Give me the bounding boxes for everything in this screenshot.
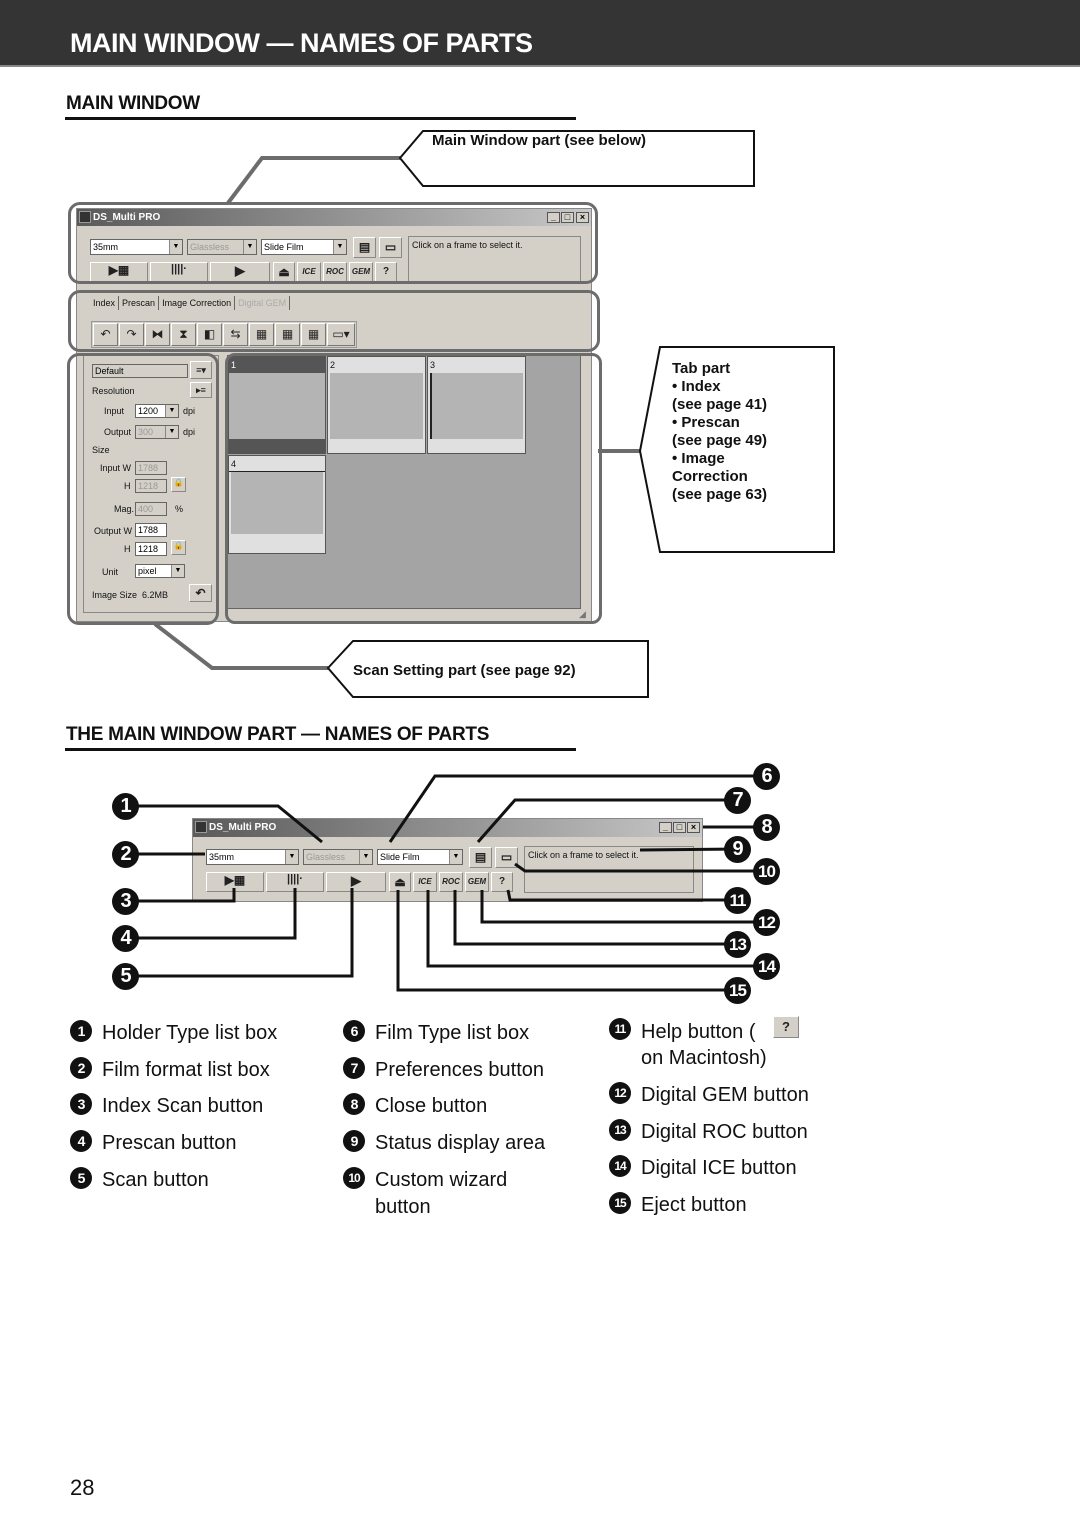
part-number-badge: 13 <box>724 931 751 958</box>
legend-label-continued: button <box>375 1196 431 1218</box>
legend-badge: 10 <box>343 1167 365 1189</box>
mac-help-button-sample: ? <box>773 1016 799 1038</box>
callout-tab-part-line: Correction <box>672 468 748 485</box>
part-number-badge: 5 <box>112 963 139 990</box>
legend-badge: 7 <box>343 1057 365 1079</box>
legend-badge: 12 <box>609 1082 631 1104</box>
connector-scan-setting <box>153 622 328 670</box>
highlight-tab-part <box>68 290 600 352</box>
part-number-badge: 7 <box>724 787 751 814</box>
legend-label: Status display area <box>375 1132 546 1154</box>
part-number-badge: 10 <box>753 858 780 885</box>
leader-3 <box>126 888 236 903</box>
leader-15 <box>396 890 737 992</box>
callout-scan-setting-text: Scan Setting part (see page 92) <box>353 662 576 679</box>
part-number-badge: 9 <box>724 836 751 863</box>
legend-label: Close button <box>375 1095 488 1117</box>
callout-tab-part-line: • Index <box>672 378 721 395</box>
legend-badge: 3 <box>70 1093 92 1115</box>
leader-6 <box>388 774 767 843</box>
legend-badge: 6 <box>343 1020 365 1042</box>
legend-label: Digital ICE button <box>641 1157 797 1179</box>
legend-badge: 4 <box>70 1130 92 1152</box>
legend-label: Film format list box <box>102 1059 270 1081</box>
legend-badge: 5 <box>70 1167 92 1189</box>
leader-1 <box>126 804 323 844</box>
leader-7 <box>476 798 737 843</box>
legend-label: Custom wizard <box>375 1169 508 1191</box>
section-rule <box>65 748 576 751</box>
callout-main-window-text: Main Window part (see below) <box>432 132 647 149</box>
highlight-thumbnail-part <box>225 353 602 624</box>
legend-badge: 13 <box>609 1119 631 1141</box>
legend-label: Help button ( <box>641 1021 756 1043</box>
legend-label: Scan button <box>102 1169 209 1191</box>
section-heading-main-window-part: THE MAIN WINDOW PART — NAMES OF PARTS <box>66 724 490 745</box>
legend-badge: 14 <box>609 1155 631 1177</box>
legend-label: Preferences button <box>375 1059 544 1081</box>
part-number-badge: 11 <box>724 887 751 914</box>
callout-tab-part-title: Tab part <box>672 360 731 377</box>
legend-badge: 1 <box>70 1020 92 1042</box>
part-number-badge: 12 <box>753 909 780 936</box>
part-number-badge: 4 <box>112 925 139 952</box>
legend-badge: 11 <box>609 1018 631 1040</box>
callout-tab-part-line: • Image <box>672 450 725 467</box>
legend-label: Holder Type list box <box>102 1022 278 1044</box>
callout-tab-part: Tab part • Index (see page 41) • Prescan… <box>672 360 767 504</box>
legend-label: Prescan button <box>102 1132 237 1154</box>
legend-label: Index Scan button <box>102 1095 264 1117</box>
callout-tab-part-line: • Prescan <box>672 414 740 431</box>
legend-label: Digital GEM button <box>641 1084 809 1106</box>
legend-label-continued: on Macintosh) <box>641 1047 767 1069</box>
part-leader-lines <box>126 774 767 992</box>
part-number-badge: 2 <box>112 841 139 868</box>
leader-11 <box>506 889 737 902</box>
callout-tab-part-line: (see page 63) <box>672 486 768 503</box>
part-number-badge: 8 <box>753 814 780 841</box>
legend-badge: 2 <box>70 1057 92 1079</box>
callout-tab-part-line: (see page 49) <box>672 432 768 449</box>
connector-main-window <box>226 156 400 205</box>
legend-label: Film Type list box <box>375 1022 530 1044</box>
page-number: 28 <box>70 1475 95 1500</box>
legend-label: Eject button <box>641 1194 747 1216</box>
part-number-badge: 6 <box>753 763 780 790</box>
part-number-badge: 15 <box>724 977 751 1004</box>
part-number-badge: 1 <box>112 793 139 820</box>
legend-badge: 9 <box>343 1130 365 1152</box>
leader-10 <box>514 862 767 873</box>
highlight-main-window-part <box>68 202 598 284</box>
help-icon: ? <box>782 1019 790 1034</box>
legend-badge: 8 <box>343 1093 365 1115</box>
leader-13 <box>453 890 737 946</box>
highlight-scan-setting-part <box>67 353 219 625</box>
legend-label: Digital ROC button <box>641 1121 808 1143</box>
part-number-badge: 14 <box>753 953 780 980</box>
callout-tab-part-line: (see page 41) <box>672 396 768 413</box>
leader-4 <box>126 888 297 940</box>
legend-badge: 15 <box>609 1192 631 1214</box>
part-number-badge: 3 <box>112 888 139 915</box>
